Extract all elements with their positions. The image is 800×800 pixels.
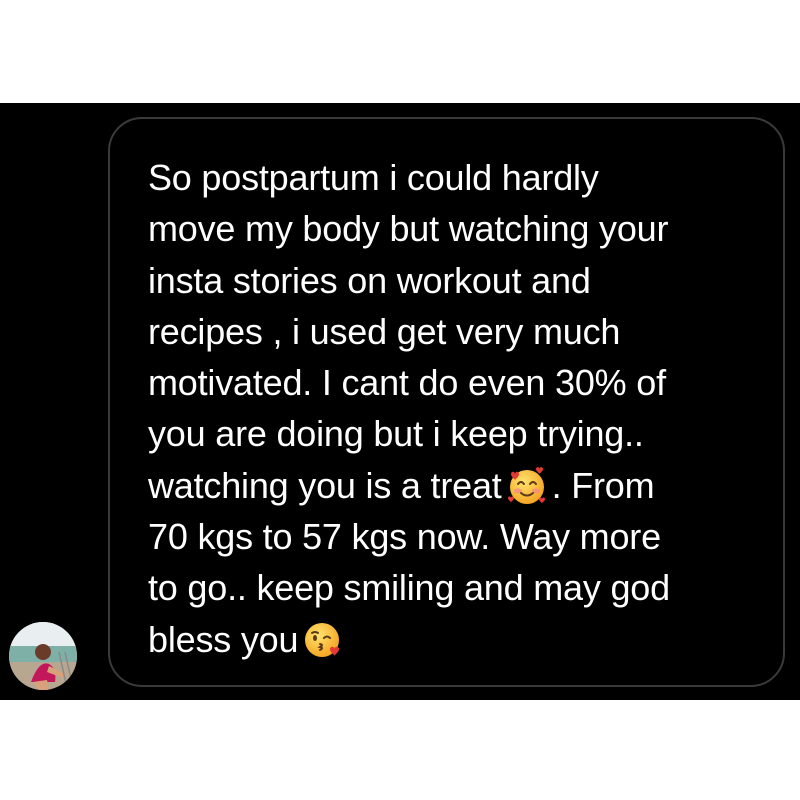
message-line: to go.. keep smiling and may god: [148, 567, 670, 609]
message-line: you are doing but i keep trying..: [148, 413, 644, 455]
message-line: recipes , i used get very much: [148, 310, 621, 352]
message-line: bless you: [148, 614, 768, 665]
dm-conversation: So postpartum i could hardly move my body…: [0, 103, 800, 700]
message-line: watching you is a treat . From: [148, 460, 768, 511]
face-blowing-kiss-icon: [302, 619, 344, 661]
message-line: insta stories on workout and: [148, 259, 591, 301]
message-line: 70 kgs to 57 kgs now. Way more: [148, 516, 661, 558]
message-text: So postpartum i could hardly move my body…: [148, 152, 768, 665]
message-line-text: watching you is a treat: [148, 464, 502, 506]
message-line: move my body but watching your: [148, 208, 669, 250]
avatar-photo-icon: [9, 622, 77, 690]
message-line: motivated. I cant do even 30% of: [148, 362, 666, 404]
message-line-text: bless you: [148, 618, 299, 660]
sender-avatar[interactable]: [9, 622, 77, 690]
message-bubble[interactable]: So postpartum i could hardly move my body…: [108, 117, 785, 687]
message-line-text: . From: [551, 464, 655, 506]
message-line: So postpartum i could hardly: [148, 157, 599, 198]
smiling-face-with-hearts-icon: [506, 465, 548, 507]
